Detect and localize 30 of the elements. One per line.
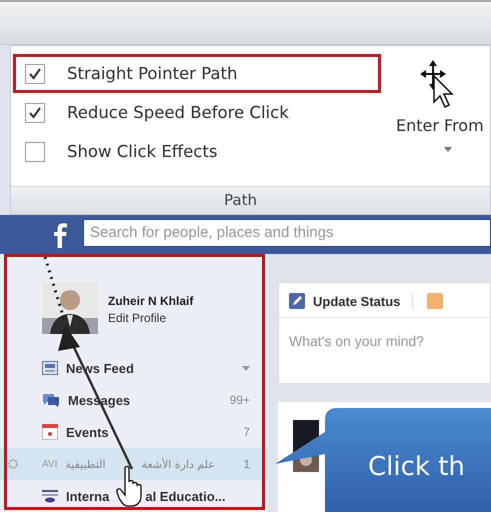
- update-status-tab[interactable]: Update Status: [289, 293, 414, 309]
- group-tag: AVI: [42, 458, 58, 470]
- news-icon: [42, 361, 58, 375]
- count: 7: [243, 425, 250, 439]
- checkbox[interactable]: [25, 64, 45, 84]
- option-label[interactable]: Reduce Speed Before Click: [67, 103, 289, 122]
- count: 1: [243, 457, 250, 471]
- calendar-icon: [42, 424, 58, 440]
- nav-item[interactable]: Events 7: [0, 416, 268, 448]
- option-label[interactable]: Show Click Effects: [67, 142, 218, 161]
- callout-text: Click th: [368, 452, 465, 482]
- enter-from-button[interactable]: Enter From: [386, 46, 484, 186]
- nav-label: التطبيقية: [65, 458, 106, 470]
- checkbox[interactable]: [25, 102, 45, 122]
- search-field[interactable]: Search for people, places and things: [83, 218, 491, 246]
- nav-label: al Educatio...: [145, 488, 226, 504]
- pencil-icon: [289, 293, 305, 309]
- nav-label: علم دارة الأشعة: [142, 458, 215, 470]
- nav-item[interactable]: Interna al Educatio...: [0, 480, 268, 512]
- nav-label: Events: [66, 424, 110, 440]
- chat-icon: [42, 392, 60, 408]
- profile-name[interactable]: Zuheir N Khlaif: [108, 294, 194, 308]
- nav-label: Interna: [66, 488, 110, 504]
- dropdown-caret-icon: [444, 147, 452, 152]
- gear-icon: [8, 459, 18, 469]
- group-label: Path: [11, 186, 490, 214]
- page-icon: [42, 489, 58, 503]
- count: 99+: [230, 393, 250, 407]
- checkbox[interactable]: [25, 142, 45, 162]
- edit-profile-link[interactable]: Edit Profile: [108, 311, 194, 325]
